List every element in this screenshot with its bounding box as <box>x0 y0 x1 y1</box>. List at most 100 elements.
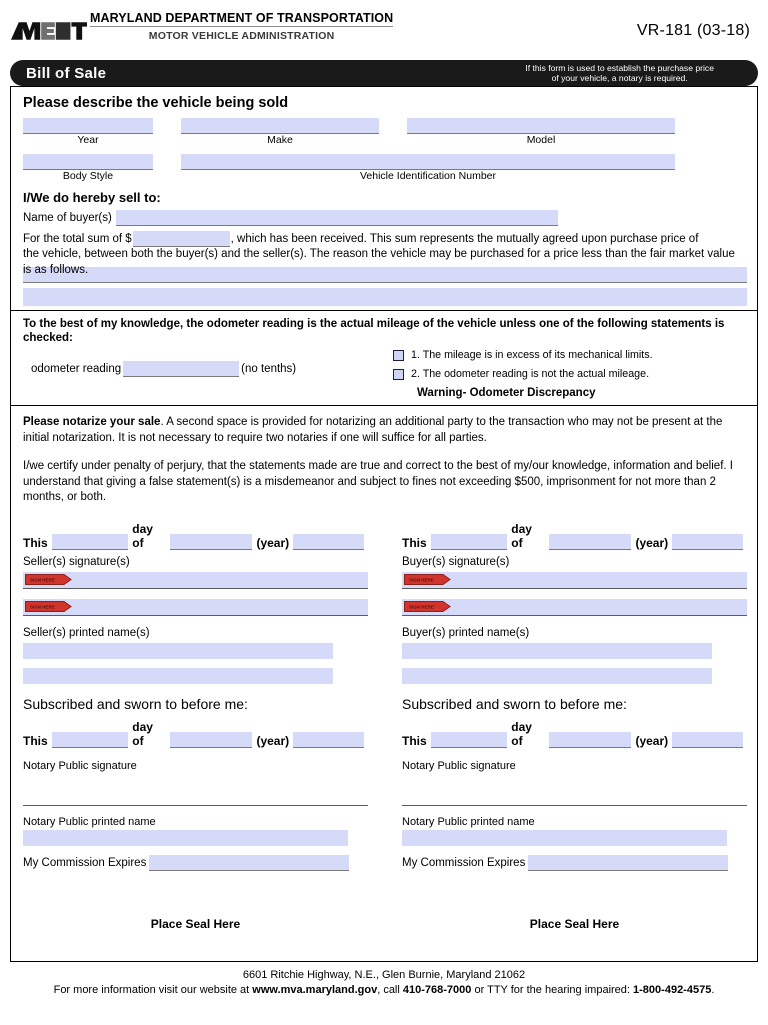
seller-notary-printed-row[interactable] <box>23 829 368 848</box>
buyer-date-row: This day of (year) <box>402 522 747 550</box>
seller-year-input[interactable] <box>293 533 364 550</box>
seller-commission-input[interactable] <box>149 854 350 871</box>
buyer-notary-month-input[interactable] <box>549 731 632 748</box>
footer-phone: 410-768-7000 <box>402 983 472 996</box>
odometer-checkbox-1-row[interactable]: 1. The mileage is in excess of its mecha… <box>393 349 747 361</box>
model-input[interactable] <box>407 118 675 134</box>
seller-signature-1-row[interactable]: SIGN HERE <box>23 571 368 590</box>
buyer-notary-printed-input[interactable] <box>402 829 727 846</box>
notary-note-line-1: If this form is used to establish the pu… <box>525 63 714 73</box>
sell-to-line-2: the vehicle, between both the buyer(s) a… <box>23 248 735 260</box>
seller-commission-label: My Commission Expires <box>23 856 147 869</box>
seller-notary-printed-input[interactable] <box>23 829 348 846</box>
buyer-name-row: Name of buyer(s) <box>23 210 747 226</box>
buyer-notary-year-input[interactable] <box>672 731 743 748</box>
seller-month-input[interactable] <box>170 533 253 550</box>
mdot-logo-icon <box>10 22 88 40</box>
seller-printed-name-1-input[interactable] <box>23 642 333 659</box>
seller-notary-year-label: (year) <box>256 733 290 748</box>
svg-text:SIGN HERE: SIGN HERE <box>30 604 55 609</box>
not-actual-mileage-checkbox[interactable] <box>393 368 404 380</box>
seller-day-input[interactable] <box>51 533 129 550</box>
buyer-printed-name-1-row[interactable] <box>402 642 747 661</box>
buyer-notary-day-input[interactable] <box>430 731 508 748</box>
seller-printed-name-2-input[interactable] <box>23 667 333 684</box>
seller-printed-name-1-row[interactable] <box>23 642 368 661</box>
buyer-printed-name-1-input[interactable] <box>402 642 712 659</box>
odometer-checkbox-2-row[interactable]: 2. The odometer reading is not the actua… <box>393 368 747 380</box>
buyer-this-label: This <box>402 535 427 550</box>
seller-notary-year-input[interactable] <box>293 731 364 748</box>
buyer-printed-name-2-row[interactable] <box>402 667 747 686</box>
footer-info-pre: For more information visit our website a… <box>53 983 253 996</box>
footer-info: For more information visit our website a… <box>10 983 758 998</box>
buyer-day-input[interactable] <box>430 533 508 550</box>
buyer-notary-printed-label: Notary Public printed name <box>402 815 535 828</box>
buyer-printed-name-2-input[interactable] <box>402 667 712 684</box>
buyer-commission-input[interactable] <box>528 854 729 871</box>
svg-text:SIGN HERE: SIGN HERE <box>409 604 434 609</box>
seller-commission-row: My Commission Expires <box>23 854 368 871</box>
buyer-signature-label: Buyer(s) signature(s) <box>402 555 510 568</box>
notary-note-line-2: of your vehicle, a notary is required. <box>551 73 688 83</box>
seller-notary-printed-label: Notary Public printed name <box>23 815 156 828</box>
reason-line-1-input[interactable] <box>23 267 747 283</box>
purchase-price-input[interactable] <box>132 231 230 247</box>
form-number: VR-181 (03-18) <box>636 22 750 39</box>
seller-notary-signature-line[interactable] <box>23 772 368 806</box>
year-label: Year <box>77 134 99 146</box>
notarization-section: Please notarize your sale. A second spac… <box>10 405 758 962</box>
buyer-notary-this-label: This <box>402 733 427 748</box>
masthead: MARYLAND DEPARTMENT OF TRANSPORTATION MO… <box>10 0 758 56</box>
odometer-reading-input[interactable] <box>123 361 240 377</box>
reason-line-2-input[interactable] <box>23 288 747 306</box>
mileage-excess-label: 1. The mileage is in excess of its mecha… <box>411 349 653 361</box>
sign-here-icon[interactable]: SIGN HERE <box>404 573 456 586</box>
seller-signature-2-row[interactable]: SIGN HERE <box>23 598 368 617</box>
buyer-year-input[interactable] <box>672 533 743 550</box>
footer-website[interactable]: www.mva.maryland.gov <box>252 984 377 996</box>
total-sum-suffix: , which has been received. This sum repr… <box>230 232 699 245</box>
footer-info-mid-2: or TTY for the hearing impaired: <box>471 983 634 996</box>
seller-notary-day-input[interactable] <box>51 731 129 748</box>
mileage-excess-checkbox[interactable] <box>393 349 404 361</box>
buyer-notary-printed-row[interactable] <box>402 829 747 848</box>
footer-tty: 1-800-492-4575 <box>633 983 712 996</box>
form-page: MARYLAND DEPARTMENT OF TRANSPORTATION MO… <box>0 0 768 1025</box>
sign-here-icon[interactable]: SIGN HERE <box>404 600 456 613</box>
buyer-notary-date-row: This day of (year) <box>402 720 747 748</box>
seller-notary-month-input[interactable] <box>170 731 253 748</box>
svg-text:SIGN HERE: SIGN HERE <box>409 577 434 582</box>
sign-here-icon[interactable]: SIGN HERE <box>25 600 77 613</box>
buyer-name-label: Name of buyer(s) <box>23 212 112 224</box>
buyer-notary-signature-line[interactable] <box>402 772 747 806</box>
buyer-month-input[interactable] <box>549 533 632 550</box>
seller-sworn-label: Subscribed and sworn to before me: <box>23 695 248 712</box>
not-actual-mileage-label: 2. The odometer reading is not the actua… <box>411 368 650 380</box>
body-style-input[interactable] <box>23 154 153 170</box>
buyer-printed-name-label: Buyer(s) printed name(s) <box>402 626 530 639</box>
seller-notary-day-of-label: day of <box>132 719 153 748</box>
notarize-bold-lead: Please notarize your sale <box>23 416 161 428</box>
title-bar: Bill of Sale If this form is used to est… <box>10 60 758 86</box>
make-input[interactable] <box>181 118 379 134</box>
buyer-notary-year-label: (year) <box>635 733 669 748</box>
buyer-day-of-label: day of <box>511 521 532 550</box>
vin-input[interactable] <box>181 154 675 170</box>
footer-address: 6601 Ritchie Highway, N.E., Glen Burnie,… <box>242 968 526 981</box>
seller-printed-name-2-row[interactable] <box>23 667 368 686</box>
buyer-signature-2-row[interactable]: SIGN HERE <box>402 598 747 617</box>
buyer-notary-day-of-label: day of <box>511 719 532 748</box>
sign-here-icon[interactable]: SIGN HERE <box>25 573 77 586</box>
buyer-name-input[interactable] <box>115 210 558 226</box>
buyer-year-label: (year) <box>635 535 669 550</box>
certify-text: I/we certify under penalty of perjury, t… <box>23 460 733 503</box>
seller-day-of-label: day of <box>132 521 153 550</box>
page-title: Bill of Sale <box>26 64 107 82</box>
buyer-signature-1-row[interactable]: SIGN HERE <box>402 571 747 590</box>
year-input[interactable] <box>23 118 153 134</box>
model-label: Model <box>526 134 556 146</box>
notary-required-note: If this form is used to establish the pu… <box>525 63 744 83</box>
buyer-seal-label: Place Seal Here <box>529 916 620 931</box>
sell-to-heading: I/We do hereby sell to: <box>23 190 161 205</box>
